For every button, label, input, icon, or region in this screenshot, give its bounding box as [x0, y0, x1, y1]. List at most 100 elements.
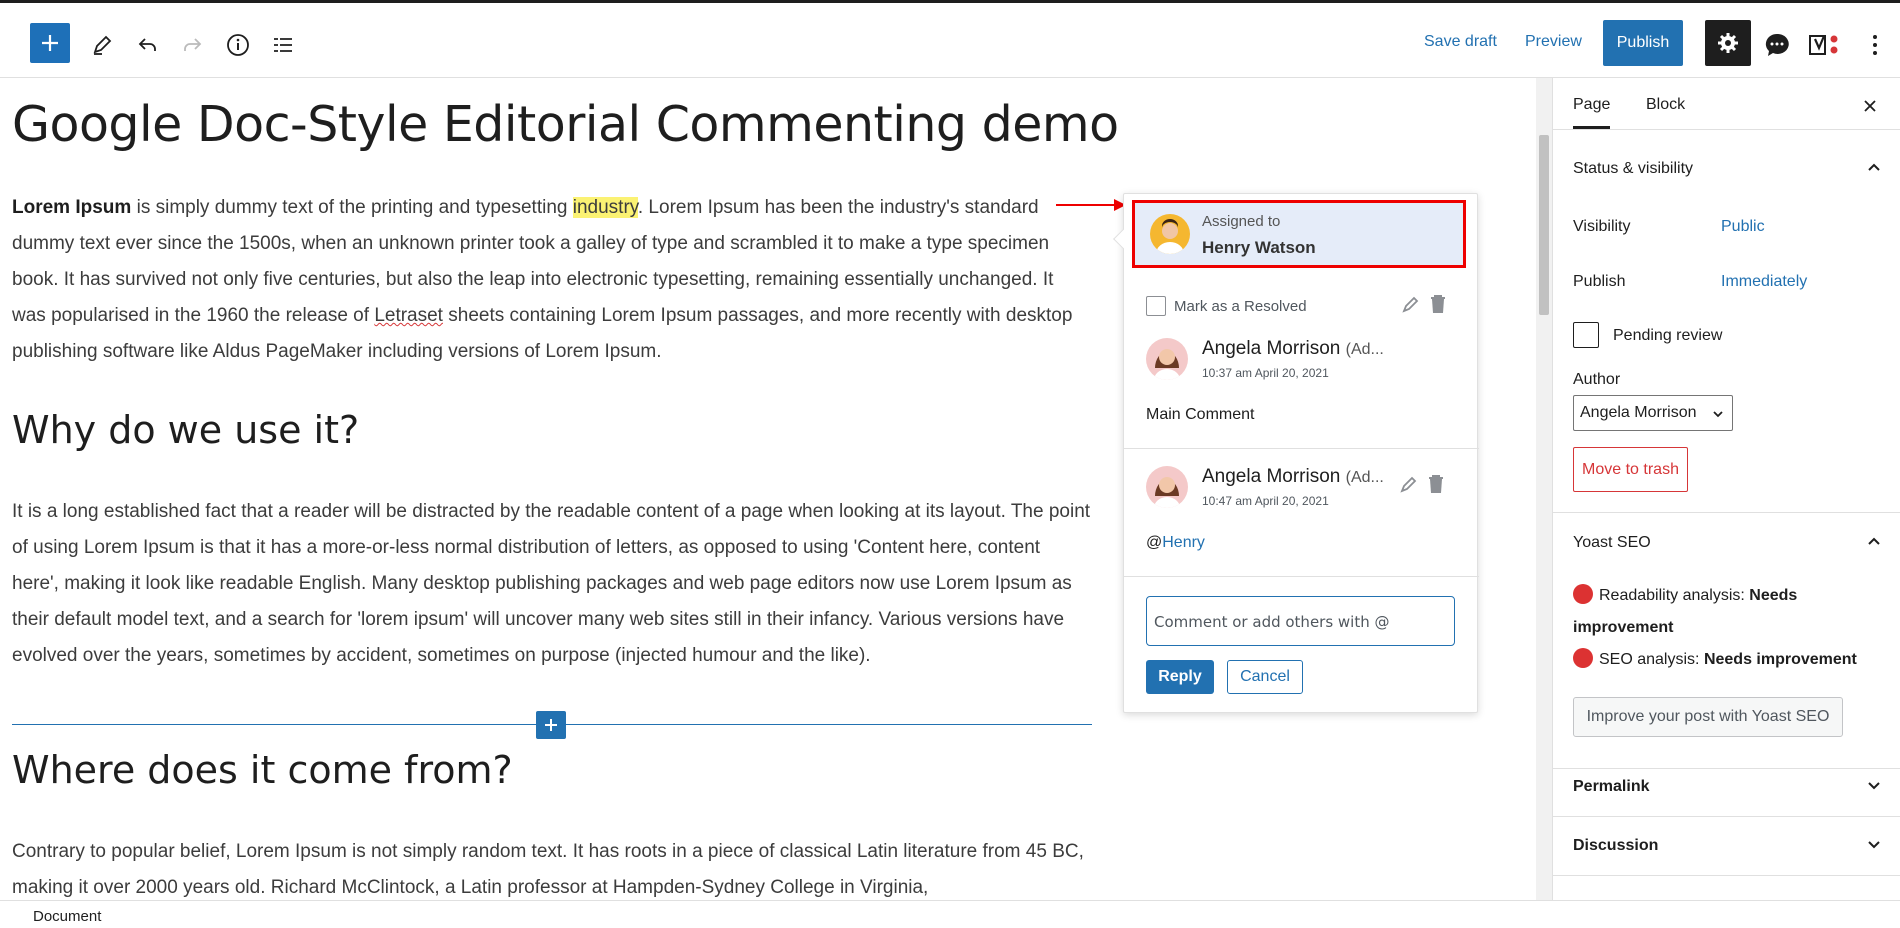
paragraph-block[interactable]: Contrary to popular belief, Lorem Ipsum … [12, 834, 1092, 900]
move-to-trash-button[interactable]: Move to trash [1573, 447, 1688, 492]
add-block-button[interactable] [30, 23, 70, 63]
delete-reply-button[interactable] [1425, 473, 1447, 500]
options-menu-button[interactable] [1860, 25, 1890, 65]
comment-author: Angela Morrison (Ad... [1202, 466, 1384, 487]
author-label: Author [1573, 371, 1621, 388]
info-icon [227, 34, 249, 56]
insert-block-button[interactable] [536, 711, 566, 739]
reply-button[interactable]: Reply [1146, 660, 1214, 694]
status-visibility-heading[interactable]: Status & visibility [1573, 160, 1693, 178]
commenter-avatar [1146, 466, 1188, 508]
chevron-down-icon[interactable] [1865, 777, 1883, 795]
mention-link[interactable]: Henry [1162, 534, 1205, 551]
paragraph-block[interactable]: It is a long established fact that a rea… [12, 494, 1092, 674]
save-draft-button[interactable]: Save draft [1424, 33, 1497, 51]
bold-text: Lorem Ipsum [12, 197, 132, 218]
edit-tool-button[interactable] [82, 25, 122, 65]
undo-button[interactable] [128, 25, 168, 65]
tab-block[interactable]: Block [1646, 96, 1685, 114]
close-sidebar-button[interactable] [1858, 94, 1882, 118]
publish-value[interactable]: Immediately [1721, 273, 1807, 291]
pencil-icon [93, 35, 112, 55]
plus-icon [545, 719, 557, 731]
misspelled-word: Letraset [374, 305, 443, 326]
scrollbar-thumb[interactable] [1539, 135, 1549, 315]
author-select[interactable]: Angela Morrison [1573, 395, 1733, 431]
breadcrumb-document[interactable]: Document [33, 908, 101, 925]
redo-button[interactable] [172, 25, 212, 65]
assigned-label: Assigned to [1202, 213, 1281, 230]
gear-icon [1718, 33, 1738, 53]
redo-icon [184, 38, 202, 51]
assignee-avatar [1150, 214, 1190, 254]
panel-divider [1553, 512, 1900, 513]
block-breadcrumb-bar: Document [0, 900, 1900, 928]
improve-with-yoast-button[interactable]: Improve your post with Yoast SEO [1573, 697, 1843, 737]
edit-comment-button[interactable] [1400, 294, 1422, 321]
seo-analysis: SEO analysis: Needs improvement [1573, 644, 1883, 676]
plus-icon [42, 35, 58, 51]
panel-divider [1553, 875, 1900, 876]
comments-button[interactable] [1757, 25, 1797, 65]
yoast-button[interactable] [1806, 25, 1846, 65]
details-button[interactable] [218, 25, 258, 65]
pending-review-label: Pending review [1613, 327, 1723, 344]
visibility-label: Visibility [1573, 218, 1631, 235]
permalink-heading[interactable]: Permalink [1573, 778, 1649, 796]
comment-text: Main Comment [1146, 406, 1255, 423]
heading-block[interactable]: Why do we use it? [12, 408, 359, 452]
comment-timestamp: 10:37 am April 20, 2021 [1202, 366, 1329, 380]
chevron-up-icon[interactable] [1865, 158, 1883, 176]
pending-review-checkbox[interactable] [1573, 322, 1599, 348]
assigned-to-box: Assigned to Henry Watson [1132, 200, 1466, 268]
close-icon [1864, 100, 1876, 112]
heading-block[interactable]: Where does it come from? [12, 748, 513, 792]
visibility-value[interactable]: Public [1721, 218, 1765, 236]
yoast-heading[interactable]: Yoast SEO [1573, 534, 1651, 552]
list-view-icon [274, 38, 292, 52]
resolve-label: Mark as a Resolved [1174, 298, 1307, 315]
publish-label: Publish [1573, 273, 1626, 290]
list-view-button[interactable] [263, 25, 303, 65]
pencil-icon [1400, 476, 1417, 493]
settings-button[interactable] [1705, 20, 1751, 66]
comment-author: Angela Morrison (Ad... [1202, 338, 1384, 359]
commenter-avatar [1146, 338, 1188, 380]
comment-bubble-icon [1765, 33, 1789, 56]
post-title[interactable]: Google Doc-Style Editorial Commenting de… [12, 96, 1119, 153]
chevron-down-icon [1713, 411, 1723, 418]
panel-divider [1553, 768, 1900, 769]
trash-icon [1431, 295, 1445, 313]
chevron-up-icon[interactable] [1865, 532, 1883, 550]
panel-divider [1553, 816, 1900, 817]
pencil-icon [1402, 296, 1419, 313]
comment-thread-popup: Assigned to Henry Watson Mark as a Resol… [1113, 193, 1479, 713]
red-arrow-annotation [1056, 199, 1126, 211]
publish-button[interactable]: Publish [1603, 20, 1683, 66]
reply-input[interactable]: Comment or add others with @ [1146, 596, 1455, 646]
resolve-checkbox[interactable] [1146, 296, 1166, 316]
sad-face-icon [1573, 648, 1593, 668]
delete-comment-button[interactable] [1427, 293, 1449, 320]
paragraph-text: is simply dummy text of the printing and… [131, 197, 573, 218]
chevron-down-icon[interactable] [1865, 836, 1883, 854]
yoast-icon [1809, 35, 1838, 55]
sad-face-icon [1573, 584, 1593, 604]
settings-sidebar: Page Block Status & visibility Visibilit… [1552, 78, 1900, 900]
preview-button[interactable]: Preview [1525, 33, 1582, 51]
comment-timestamp: 10:47 am April 20, 2021 [1202, 494, 1329, 508]
comment-divider [1124, 448, 1479, 449]
undo-icon [138, 38, 156, 51]
sidebar-tabs: Page Block [1553, 78, 1900, 130]
comment-text: @Henry [1146, 534, 1205, 551]
edit-reply-button[interactable] [1398, 474, 1420, 501]
tab-page[interactable]: Page [1573, 96, 1611, 129]
discussion-heading[interactable]: Discussion [1573, 837, 1658, 855]
comment-divider [1124, 576, 1479, 577]
highlighted-comment-text[interactable]: industry [572, 197, 638, 218]
trash-icon [1429, 475, 1443, 493]
editor-toolbar: Save draft Preview Publish [0, 0, 1900, 78]
readability-analysis: Readability analysis: Needs improvement [1573, 580, 1883, 644]
paragraph-block[interactable]: Lorem Ipsum is simply dummy text of the … [12, 190, 1092, 370]
cancel-button[interactable]: Cancel [1227, 660, 1303, 694]
